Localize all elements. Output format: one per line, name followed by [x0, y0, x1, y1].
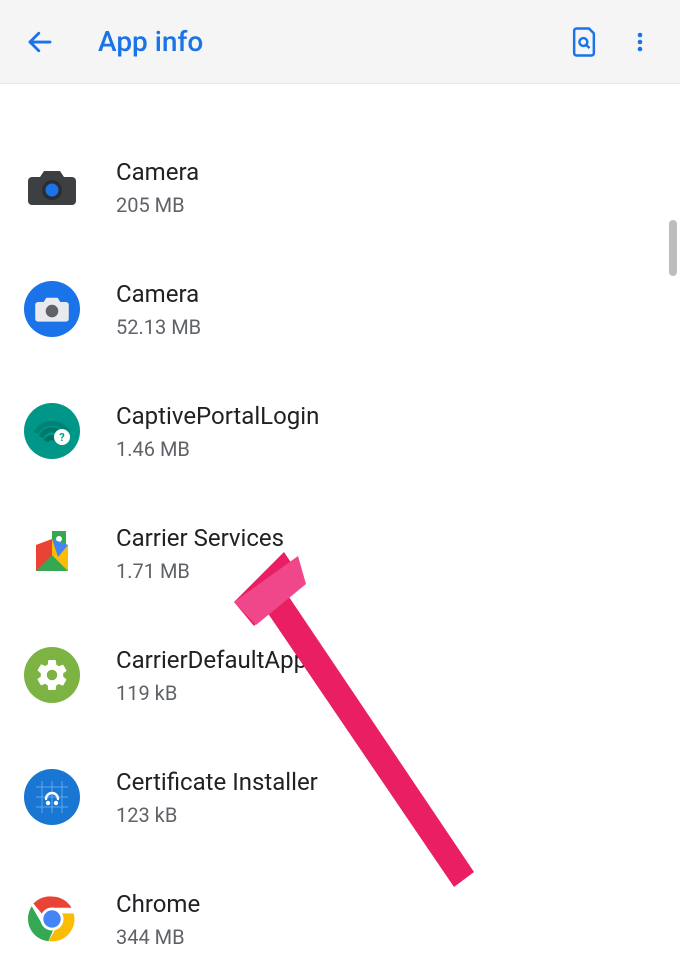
app-size: 52.13 MB — [116, 315, 201, 339]
app-name: Chrome — [116, 889, 200, 920]
app-text: Certificate Installer 123 kB — [116, 767, 318, 826]
list-item[interactable]: Carrier Services 1.71 MB — [0, 492, 680, 614]
app-bar: App info — [0, 0, 680, 84]
search-doc-icon — [569, 26, 599, 58]
app-text: CaptivePortalLogin 1.46 MB — [116, 401, 319, 460]
app-name: Camera — [116, 157, 199, 188]
app-icon-camera — [24, 159, 80, 215]
app-size: 1.71 MB — [116, 559, 284, 583]
scrollbar-thumb[interactable] — [669, 220, 677, 276]
app-name: CarrierDefaultApp — [116, 645, 307, 676]
app-text: CarrierDefaultApp 119 kB — [116, 645, 307, 704]
app-name: Certificate Installer — [116, 767, 318, 798]
search-button[interactable] — [564, 22, 604, 62]
app-icon-carrier-services — [24, 525, 80, 581]
arrow-back-icon — [25, 27, 55, 57]
app-size: 1.46 MB — [116, 437, 319, 461]
app-size: 344 MB — [116, 925, 200, 949]
list-item[interactable]: Certificate Installer 123 kB — [0, 736, 680, 858]
app-text: Camera 52.13 MB — [116, 279, 201, 338]
list-item[interactable]: Camera 205 MB — [0, 126, 680, 248]
svg-text:?: ? — [59, 431, 65, 444]
app-name: CaptivePortalLogin — [116, 401, 319, 432]
app-text: Chrome 344 MB — [116, 889, 200, 948]
app-icon-captive-portal: ? — [24, 403, 80, 459]
list-item[interactable]: Chrome 344 MB — [0, 858, 680, 980]
app-text: Carrier Services 1.71 MB — [116, 523, 284, 582]
page-title: App info — [98, 25, 564, 58]
app-icon-camera-go — [24, 281, 80, 337]
app-name: Carrier Services — [116, 523, 284, 554]
app-size: 123 kB — [116, 803, 318, 827]
app-name: Camera — [116, 279, 201, 310]
app-icon-chrome — [24, 891, 80, 947]
app-icon-carrier-default — [24, 647, 80, 703]
overflow-menu-button[interactable] — [620, 22, 660, 62]
app-list: Camera 205 MB Camera 52.13 MB — [0, 84, 680, 980]
list-item[interactable]: ? CaptivePortalLogin 1.46 MB — [0, 370, 680, 492]
list-item[interactable]: Camera 52.13 MB — [0, 248, 680, 370]
app-size: 119 kB — [116, 681, 307, 705]
back-button[interactable] — [20, 22, 60, 62]
app-icon-certificate-installer — [24, 769, 80, 825]
app-size: 205 MB — [116, 193, 199, 217]
list-item[interactable]: CarrierDefaultApp 119 kB — [0, 614, 680, 736]
app-text: Camera 205 MB — [116, 157, 199, 216]
more-vert-icon — [628, 28, 652, 56]
